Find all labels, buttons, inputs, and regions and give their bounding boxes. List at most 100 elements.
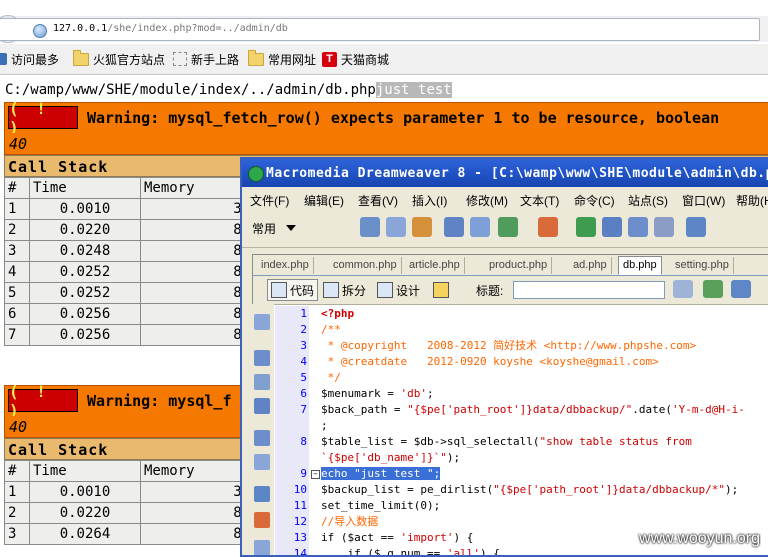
- cell-time: 0.0010: [29, 198, 141, 220]
- image-icon[interactable]: [498, 217, 518, 237]
- line-numbers-icon[interactable]: [254, 486, 270, 502]
- code-line: //导入数据: [321, 515, 379, 528]
- bookmark-tmall[interactable]: T 天猫商城: [322, 51, 389, 67]
- window-title-bar[interactable]: Macromedia Dreamweaver 8 - [C:\wamp\www\…: [242, 159, 768, 187]
- menu-help[interactable]: 帮助(H): [736, 192, 768, 209]
- open-documents-icon[interactable]: [254, 314, 270, 330]
- bookmarks-toolbar: 访问最多 火狐官方站点 新手上路 常用网址 T 天猫商城: [0, 44, 768, 75]
- code-line: $menumark = 'db';: [321, 387, 434, 400]
- warning-message: Warning: mysql_f: [87, 392, 232, 410]
- menu-window[interactable]: 窗口(W): [682, 192, 725, 209]
- expand-all-icon[interactable]: [254, 398, 270, 414]
- code-line: if ($act == 'import') {: [321, 531, 474, 544]
- design-view-icon: [377, 282, 393, 298]
- code-line: * @creatdate 2012-0920 koyshe <koyshe@gm…: [321, 355, 659, 368]
- bookmark-most-visited[interactable]: 访问最多: [0, 51, 59, 67]
- cell-number: 5: [4, 282, 30, 304]
- tab-common-php[interactable]: common.php: [329, 257, 402, 274]
- globe-icon: [33, 24, 47, 38]
- code-line: <?php: [321, 307, 355, 320]
- bookmark-getting-started[interactable]: 新手上路: [173, 51, 239, 67]
- call-stack-table-1: # Time Memory 10.0010382720.0220814930.0…: [4, 177, 271, 346]
- email-link-icon[interactable]: [386, 217, 406, 237]
- warning-value: 40: [4, 133, 768, 155]
- table-row: 60.02568575: [4, 303, 271, 325]
- cell-number: 1: [4, 481, 30, 503]
- split-view-button[interactable]: 拆分: [319, 279, 370, 301]
- anchor-icon[interactable]: [412, 217, 432, 237]
- cell-time: 0.0252: [29, 282, 141, 304]
- watermark: www.wooyun.org: [639, 530, 760, 547]
- call-stack-table-2: # Time Memory 10.0010382720.0220814930.0…: [4, 460, 271, 545]
- bookmark-firefox-site[interactable]: 火狐官方站点: [73, 49, 165, 67]
- tmall-icon: T: [322, 51, 337, 67]
- fold-toggle-icon[interactable]: −: [311, 470, 320, 479]
- table-row: 70.02568575: [4, 324, 271, 346]
- menu-text[interactable]: 文本(T): [520, 192, 559, 209]
- code-view-button[interactable]: 代码: [267, 279, 319, 301]
- template-icon[interactable]: [686, 217, 706, 237]
- tab-db-php[interactable]: db.php: [618, 256, 662, 275]
- bookmark-common-sites[interactable]: 常用网址: [248, 49, 316, 67]
- cell-time: 0.0220: [29, 219, 141, 241]
- design-view-button[interactable]: 设计: [373, 279, 424, 301]
- menu-commands[interactable]: 命令(C): [574, 192, 615, 209]
- media-icon[interactable]: [538, 217, 558, 237]
- menu-file[interactable]: 文件(F): [250, 192, 289, 209]
- warning-icon: ( ! ): [8, 382, 78, 420]
- code-editor[interactable]: 1 <?php 2 /** 3 * @copyright 2008-2012 简好技术 …: [275, 305, 768, 555]
- gear-icon: [0, 53, 7, 65]
- dreamweaver-window[interactable]: Macromedia Dreamweaver 8 - [C:\wamp\www\…: [240, 157, 768, 557]
- folder-icon: [248, 49, 264, 66]
- apply-comment-icon[interactable]: [254, 540, 270, 555]
- balance-braces-icon[interactable]: [254, 454, 270, 470]
- col-number: #: [4, 177, 30, 199]
- toolbar-category-select[interactable]: 常用: [252, 220, 276, 237]
- tab-index-php[interactable]: index.php: [257, 257, 314, 274]
- check-browser-icon[interactable]: [673, 280, 693, 298]
- menu-modify[interactable]: 修改(M): [466, 192, 508, 209]
- code-view-icon: [271, 282, 287, 298]
- page-title-input[interactable]: [513, 281, 665, 299]
- warning-message: Warning: mysql_fetch_row() expects param…: [87, 109, 720, 127]
- tab-setting-php[interactable]: setting.php: [671, 257, 734, 274]
- menu-edit[interactable]: 编辑(E): [304, 192, 344, 209]
- cell-number: 6: [4, 303, 30, 325]
- line-number: [275, 418, 309, 434]
- menu-insert[interactable]: 插入(I): [412, 192, 447, 209]
- table-icon[interactable]: [444, 217, 464, 237]
- tab-ad-php[interactable]: ad.php: [569, 257, 612, 274]
- preview-icon[interactable]: [703, 280, 723, 298]
- layer-icon[interactable]: [470, 217, 490, 237]
- cell-number: 1: [4, 198, 30, 220]
- cell-number: 2: [4, 219, 30, 241]
- code-line: */: [321, 371, 341, 384]
- menu-view[interactable]: 查看(V): [358, 192, 398, 209]
- refresh-icon[interactable]: [731, 280, 751, 298]
- line-number: 2: [275, 322, 309, 338]
- warning-icon: ( ! ): [8, 99, 78, 137]
- comment-icon[interactable]: [628, 217, 648, 237]
- table-row: 20.02208149: [4, 219, 271, 241]
- head-icon[interactable]: [654, 217, 674, 237]
- tab-product-php[interactable]: product.php: [485, 257, 553, 274]
- code-line: /**: [321, 323, 341, 336]
- chevron-down-icon[interactable]: [286, 225, 296, 231]
- tab-article-php[interactable]: article.php: [405, 257, 465, 274]
- php-output-line: C:/wamp/www/SHE/module/index/../admin/db…: [5, 82, 452, 98]
- cell-time: 0.0256: [29, 303, 141, 325]
- date-icon[interactable]: [576, 217, 596, 237]
- url-field[interactable]: 127.0.0.1/she/index.php?mod=../admin/db: [0, 18, 760, 41]
- live-data-button[interactable]: [429, 279, 453, 301]
- line-number: 9: [275, 466, 309, 482]
- highlight-invalid-icon[interactable]: [254, 512, 270, 528]
- window-title: Macromedia Dreamweaver 8 - [C:\wamp\www\…: [266, 166, 768, 181]
- select-parent-tag-icon[interactable]: [254, 430, 270, 446]
- collapse-tag-icon[interactable]: [254, 350, 270, 366]
- collapse-selection-icon[interactable]: [254, 374, 270, 390]
- menu-site[interactable]: 站点(S): [628, 192, 668, 209]
- table-row: 10.00103827: [4, 198, 271, 220]
- server-include-icon[interactable]: [602, 217, 622, 237]
- document-panel: index.php common.php article.php product…: [252, 254, 768, 555]
- hyperlink-icon[interactable]: [360, 217, 380, 237]
